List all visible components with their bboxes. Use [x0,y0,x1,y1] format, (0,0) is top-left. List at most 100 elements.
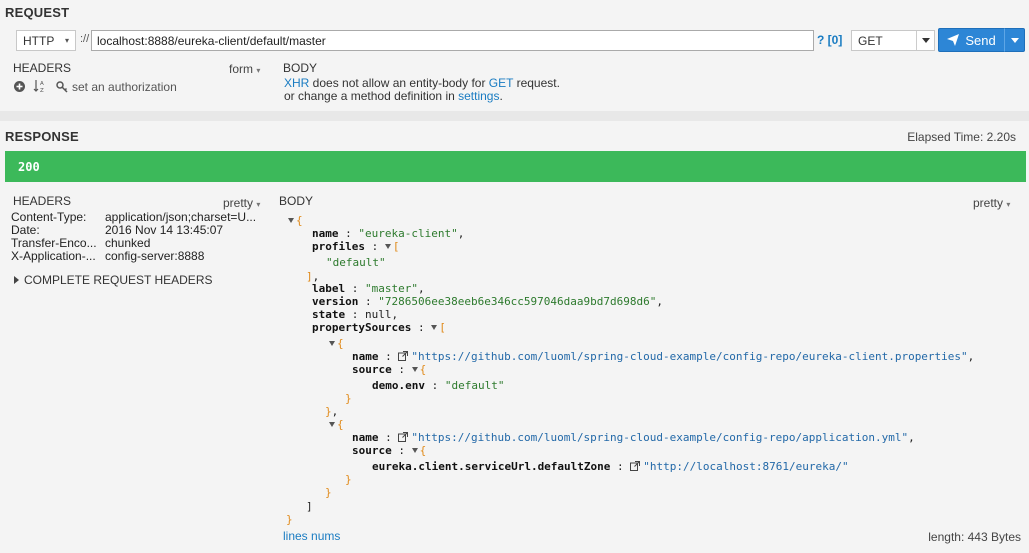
external-link-icon[interactable] [630,461,641,471]
sort-alpha-icon: A Z [33,80,44,94]
xhr-link[interactable]: XHR [284,76,309,90]
get-link[interactable]: GET [489,76,513,90]
json-line: propertySources : [ [312,321,446,334]
body-message-text: request. [513,76,560,90]
response-title: RESPONSE [5,129,79,144]
json-line: }, [325,405,339,418]
response-headers-label: HEADERS [13,194,72,208]
external-link-icon[interactable] [398,432,409,442]
json-url[interactable]: "https://github.com/luoml/spring-cloud-e… [411,350,967,363]
json-string: "master" [365,282,418,295]
json-url[interactable]: "https://github.com/luoml/spring-cloud-e… [411,431,908,444]
chevron-down-icon: ▾ [256,66,261,75]
form-toggle[interactable]: form ▾ [229,62,260,76]
json-line: { [329,337,344,351]
send-label: Send [965,32,996,48]
json-line: } [325,486,332,499]
method-value: GET [858,33,883,48]
body-message-text: does not allow an entity-body for [309,76,489,90]
response-body-label: BODY [279,194,314,208]
json-line: ] [306,500,313,513]
help-link[interactable]: ? [0] [817,33,842,47]
json-line: { [329,418,344,432]
send-button[interactable]: Send [938,28,1005,52]
complete-request-headers-toggle[interactable]: COMPLETE REQUEST HEADERS [14,273,212,287]
json-key: demo.env [372,379,425,392]
pretty-label: pretty [223,196,254,210]
collapse-toggle[interactable] [384,244,391,249]
collapse-toggle[interactable] [411,367,418,372]
response-headers-list: Content-Type: application/json;charset=U.… [11,211,271,263]
json-key: name [352,431,379,444]
json-key: label [312,282,346,295]
set-authorization-button[interactable]: set an authorization [56,80,177,94]
body-message-text: . [499,89,503,103]
json-key: eureka.client.serviceUrl.defaultZone [372,460,611,473]
elapsed-time: Elapsed Time: 2.20s [907,130,1016,144]
plus-circle-icon [14,81,25,92]
lines-nums-link[interactable]: lines nums [283,529,340,543]
collapse-toggle[interactable] [329,422,335,427]
collapse-toggle[interactable] [329,341,335,346]
body-message: XHR does not allow an entity-body for GE… [284,77,560,103]
method-dropdown-toggle[interactable] [916,31,930,50]
request-title: REQUEST [5,5,70,20]
paper-plane-icon [947,34,960,46]
svg-text:A: A [40,81,44,87]
json-url[interactable]: "http://localhost:8761/eureka/" [643,460,848,473]
external-link-icon[interactable] [398,351,409,361]
method-select[interactable]: GET [851,30,935,51]
json-line: label : "master", [312,282,425,295]
key-icon [56,81,68,93]
header-value: config-server:8888 [105,249,205,263]
chevron-down-icon: ▾ [256,200,261,209]
chevron-down-icon: ▾ [64,36,69,45]
json-line: source : { [352,363,427,376]
chevron-down-icon [922,38,930,43]
chevron-down-icon: ▾ [1006,200,1011,209]
scheme-value: HTTP [23,33,55,48]
send-options-button[interactable] [1004,28,1025,52]
response-panel [0,121,1029,553]
json-line: eureka.client.serviceUrl.defaultZone : "… [372,460,849,473]
response-length: length: 443 Bytes [928,530,1021,544]
json-line: name : "https://github.com/luoml/spring-… [352,350,975,363]
collapse-toggle[interactable] [411,448,418,453]
settings-link[interactable]: settings [458,89,499,103]
json-key: profiles [312,240,365,253]
caret-right-icon [14,276,19,284]
headers-pretty-toggle[interactable]: pretty ▾ [223,196,260,210]
chevron-down-icon [1010,37,1019,43]
json-line: name : "eureka-client", [312,227,465,240]
body-message-text: or change a method definition in [284,89,459,103]
json-key: propertySources [312,321,412,334]
header-name: X-Application-... [11,249,96,263]
scheme-separator: :// [80,33,90,45]
json-key: version [312,295,359,308]
pretty-label: pretty [973,196,1004,210]
sort-headers-button[interactable]: A Z [33,79,47,96]
add-header-button[interactable] [14,81,25,95]
status-bar: 200 [5,151,1026,182]
json-line: } [345,392,352,405]
json-line: source : { [352,444,427,457]
collapse-toggle[interactable] [288,218,294,223]
json-line: } [286,513,293,526]
scheme-select[interactable]: HTTP ▾ [16,30,76,51]
json-line: demo.env : "default" [372,379,505,392]
url-input[interactable]: localhost:8888/eureka-client/default/mas… [91,30,814,51]
json-null: null [365,308,392,321]
json-key: source [352,444,392,457]
json-line: version : "7286506ee38eeb6e346cc597046da… [312,295,664,308]
json-bracket: { [296,214,303,227]
body-pretty-toggle[interactable]: pretty ▾ [973,196,1010,210]
status-code: 200 [18,160,40,174]
collapse-toggle[interactable] [431,325,438,330]
json-key: name [352,350,379,363]
json-line: } [345,473,352,486]
json-string: "7286506ee38eeb6e346cc597046daa9bd7d698d… [378,295,657,308]
json-string: "eureka-client" [358,227,458,240]
json-line: { [288,214,303,228]
json-string: "default" [444,379,505,392]
request-headers-label: HEADERS [13,61,72,75]
